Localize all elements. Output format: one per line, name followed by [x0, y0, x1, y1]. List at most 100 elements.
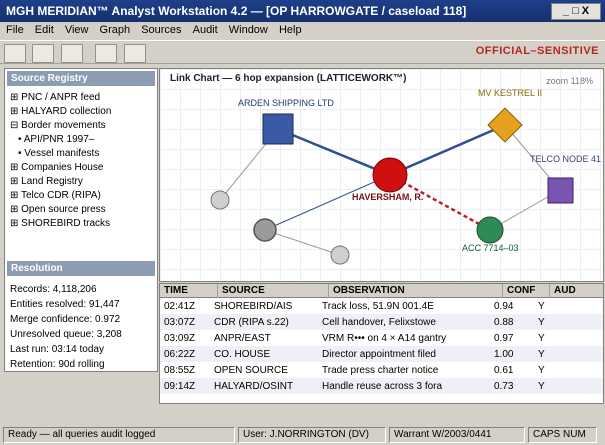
- cell-observation: Track loss, 51.9N 001.4E: [322, 301, 434, 312]
- source-tree: ⊞ PNC / ANPR feed ⊞ HALYARD collection ⊟…: [5, 88, 157, 234]
- tree-item-telco-cdr[interactable]: ⊞ Telco CDR (RIPA): [10, 189, 152, 203]
- tree-item-land-registry[interactable]: ⊞ Land Registry: [10, 175, 152, 189]
- status-bar: Ready — all queries audit logged User: J…: [0, 425, 605, 445]
- col-observation[interactable]: OBSERVATION: [333, 285, 405, 296]
- link-chart-panel[interactable]: ARDEN SHIPPING LTD MV KESTREL II TELCO N…: [159, 68, 604, 282]
- cell-observation: Trade press charter notice: [322, 365, 439, 376]
- edge-haversham-kestrel[interactable]: [389, 123, 506, 177]
- edge-unknown-unknown[interactable]: [264, 229, 341, 256]
- window-controls[interactable]: _ □ X: [551, 3, 601, 20]
- cell-source: ANPR/EAST: [214, 333, 271, 344]
- col-source[interactable]: SOURCE: [222, 285, 265, 296]
- menu-audit[interactable]: Audit: [193, 24, 218, 36]
- table-row[interactable]: 03:07Z CDR (RIPA s.22) Cell handover, Fe…: [160, 314, 603, 330]
- label-kestrel: MV KESTREL II: [478, 88, 542, 98]
- toolbar-button-4[interactable]: [95, 44, 117, 63]
- cell-time: 03:09Z: [164, 333, 196, 344]
- cell-time: 02:41Z: [164, 301, 196, 312]
- cell-conf: 0.61: [494, 365, 514, 376]
- col-separator: [502, 284, 503, 298]
- col-conf[interactable]: CONF: [507, 285, 535, 296]
- tree-item-border[interactable]: ⊟ Border movements: [10, 119, 152, 133]
- label-acc: ACC 7714–03: [462, 243, 519, 253]
- node-unknown-3[interactable]: [330, 245, 350, 265]
- tree-item-pnc[interactable]: ⊞ PNC / ANPR feed: [10, 91, 152, 105]
- toolbar-button-5[interactable]: [124, 44, 146, 63]
- status-ready: Ready — all queries audit logged: [3, 427, 235, 443]
- cell-time: 03:07Z: [164, 317, 196, 328]
- node-unknown-1[interactable]: [253, 218, 277, 242]
- col-separator: [549, 284, 550, 298]
- toolbar: OFFICIAL–SENSITIVE: [0, 40, 605, 64]
- status-warrant: Warrant W/2003/0441: [389, 427, 525, 443]
- cell-conf: 1.00: [494, 349, 514, 360]
- table-body: 02:41Z SHOREBIRD/AIS Track loss, 51.9N 0…: [160, 298, 603, 394]
- menu-edit[interactable]: Edit: [35, 24, 54, 36]
- toolbar-button-2[interactable]: [32, 44, 54, 63]
- cell-aud: Y: [538, 333, 545, 344]
- left-panel: Source Registry ⊞ PNC / ANPR feed ⊞ HALY…: [4, 68, 158, 372]
- menu-graph[interactable]: Graph: [100, 24, 131, 36]
- status-keys: CAPS NUM: [528, 427, 597, 443]
- node-kestrel-vessel[interactable]: [487, 107, 523, 143]
- cell-aud: Y: [538, 365, 545, 376]
- edge-arden-haversham[interactable]: [277, 127, 391, 177]
- cell-source: CO. HOUSE: [214, 349, 271, 360]
- cell-aud: Y: [538, 381, 545, 392]
- menu-sources[interactable]: Sources: [141, 24, 181, 36]
- stat-entities: Entities resolved: 91,447: [10, 299, 120, 310]
- cell-conf: 0.88: [494, 317, 514, 328]
- stat-retention: Retention: 90d rolling: [10, 359, 105, 370]
- cell-source: OPEN SOURCE: [214, 365, 288, 376]
- tree-item-companies-house[interactable]: ⊞ Companies House: [10, 161, 152, 175]
- table-row[interactable]: 03:09Z ANPR/EAST VRM R••• on 4 × A14 gan…: [160, 330, 603, 346]
- menu-view[interactable]: View: [65, 24, 89, 36]
- resolution-stats: Records: 4,118,206 Entities resolved: 91…: [5, 278, 157, 376]
- stat-unresolved: Unresolved queue: 3,208: [10, 329, 122, 340]
- label-arden: ARDEN SHIPPING LTD: [238, 98, 334, 108]
- col-separator: [328, 284, 329, 298]
- cell-observation: Director appointment filed: [322, 349, 436, 360]
- toolbar-button-1[interactable]: [4, 44, 26, 63]
- tree-item-halyard[interactable]: ⊞ HALYARD collection: [10, 105, 152, 119]
- table-row[interactable]: 08:55Z OPEN SOURCE Trade press charter n…: [160, 362, 603, 378]
- cell-source: CDR (RIPA s.22): [214, 317, 289, 328]
- col-aud[interactable]: AUD: [554, 285, 576, 296]
- label-telco: TELCO NODE 41: [530, 154, 601, 164]
- label-haversham: HAVERSHAM, R.: [352, 192, 423, 202]
- col-separator: [217, 284, 218, 298]
- cell-aud: Y: [538, 317, 545, 328]
- source-registry-heading: Source Registry: [7, 71, 155, 86]
- table-row[interactable]: 02:41Z SHOREBIRD/AIS Track loss, 51.9N 0…: [160, 298, 603, 314]
- table-row[interactable]: 06:22Z CO. HOUSE Director appointment fi…: [160, 346, 603, 362]
- link-chart[interactable]: ARDEN SHIPPING LTD MV KESTREL II TELCO N…: [160, 69, 604, 282]
- node-acc-account[interactable]: [476, 216, 504, 244]
- tree-item-api-pnr[interactable]: • API/PNR 1997–: [10, 133, 152, 147]
- menu-window[interactable]: Window: [229, 24, 268, 36]
- cell-observation: Handle reuse across 3 fora: [322, 381, 443, 392]
- cell-time: 06:22Z: [164, 349, 196, 360]
- node-haversham[interactable]: [372, 157, 408, 193]
- node-unknown-2[interactable]: [210, 190, 230, 210]
- node-arden-shipping[interactable]: [262, 113, 294, 145]
- classification-marking: OFFICIAL–SENSITIVE: [475, 45, 599, 57]
- table-row[interactable]: 09:14Z HALYARD/OSINT Handle reuse across…: [160, 378, 603, 394]
- menu-file[interactable]: File: [6, 24, 24, 36]
- cell-time: 09:14Z: [164, 381, 196, 392]
- toolbar-button-3[interactable]: [61, 44, 83, 63]
- tree-item-open-source[interactable]: ⊞ Open source press: [10, 203, 152, 217]
- stat-last-run: Last run: 03:14 today: [10, 344, 104, 355]
- node-telco[interactable]: [547, 177, 574, 204]
- stat-merge-confidence: Merge confidence: 0.972: [10, 314, 121, 325]
- edge-haversham-unknown[interactable]: [264, 174, 391, 231]
- tree-item-vessel-manifests[interactable]: • Vessel manifests: [10, 147, 152, 161]
- tree-item-shorebird[interactable]: ⊞ SHOREBIRD tracks: [10, 217, 152, 231]
- menu-bar: File Edit View Graph Sources Audit Windo…: [0, 22, 605, 40]
- menu-help[interactable]: Help: [279, 24, 302, 36]
- status-user: User: J.NORRINGTON (DV): [238, 427, 386, 443]
- observation-table: TIME SOURCE OBSERVATION CONF AUD 02:41Z …: [159, 283, 604, 404]
- cell-aud: Y: [538, 301, 545, 312]
- cell-time: 08:55Z: [164, 365, 196, 376]
- resolution-heading: Resolution: [7, 261, 155, 276]
- col-time[interactable]: TIME: [164, 285, 188, 296]
